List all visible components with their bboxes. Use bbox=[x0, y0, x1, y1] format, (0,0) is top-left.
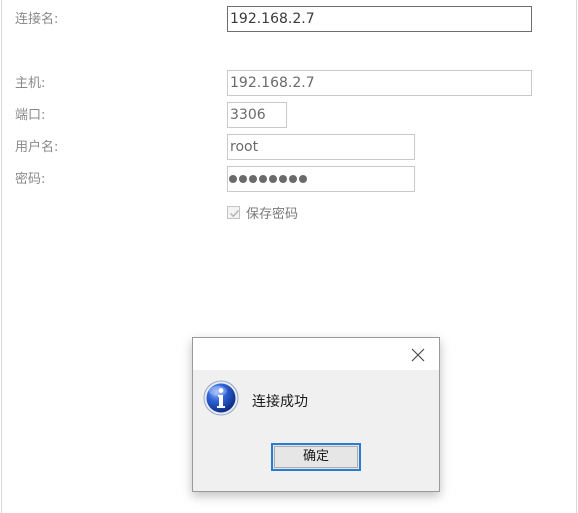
password-dot bbox=[259, 175, 267, 183]
dialog-message: 连接成功 bbox=[252, 394, 308, 410]
save-password-row[interactable]: 保存密码 bbox=[227, 203, 299, 222]
password-dot bbox=[229, 175, 237, 183]
ok-button[interactable]: 确定 bbox=[271, 443, 361, 471]
password-dot bbox=[239, 175, 247, 183]
message-dialog: 连接成功 确定 bbox=[192, 337, 440, 492]
panel-right-border bbox=[576, 0, 577, 513]
connection-name-label: 连接名: bbox=[15, 12, 59, 27]
dialog-body: 连接成功 确定 bbox=[193, 370, 439, 491]
panel-left-border bbox=[1, 0, 2, 513]
password-dot bbox=[279, 175, 287, 183]
info-icon bbox=[203, 380, 239, 416]
close-icon[interactable] bbox=[411, 347, 425, 362]
save-password-label: 保存密码 bbox=[246, 206, 299, 222]
username-input[interactable]: root bbox=[227, 134, 415, 160]
password-dot bbox=[269, 175, 277, 183]
password-label: 密码: bbox=[15, 172, 46, 187]
password-dot bbox=[249, 175, 257, 183]
connection-name-input[interactable]: 192.168.2.7 bbox=[227, 6, 532, 32]
port-label: 端口: bbox=[15, 108, 46, 123]
port-input[interactable]: 3306 bbox=[227, 102, 287, 128]
password-mask bbox=[229, 171, 307, 187]
password-dot bbox=[289, 175, 297, 183]
save-password-checkbox[interactable] bbox=[227, 205, 240, 219]
host-input[interactable]: 192.168.2.7 bbox=[227, 70, 532, 96]
dialog-titlebar bbox=[193, 338, 439, 370]
host-label: 主机: bbox=[15, 76, 46, 91]
checkmark-icon bbox=[229, 209, 240, 217]
ok-button-label: 确定 bbox=[302, 449, 329, 464]
password-dot bbox=[299, 175, 307, 183]
username-label: 用户名: bbox=[15, 140, 59, 155]
